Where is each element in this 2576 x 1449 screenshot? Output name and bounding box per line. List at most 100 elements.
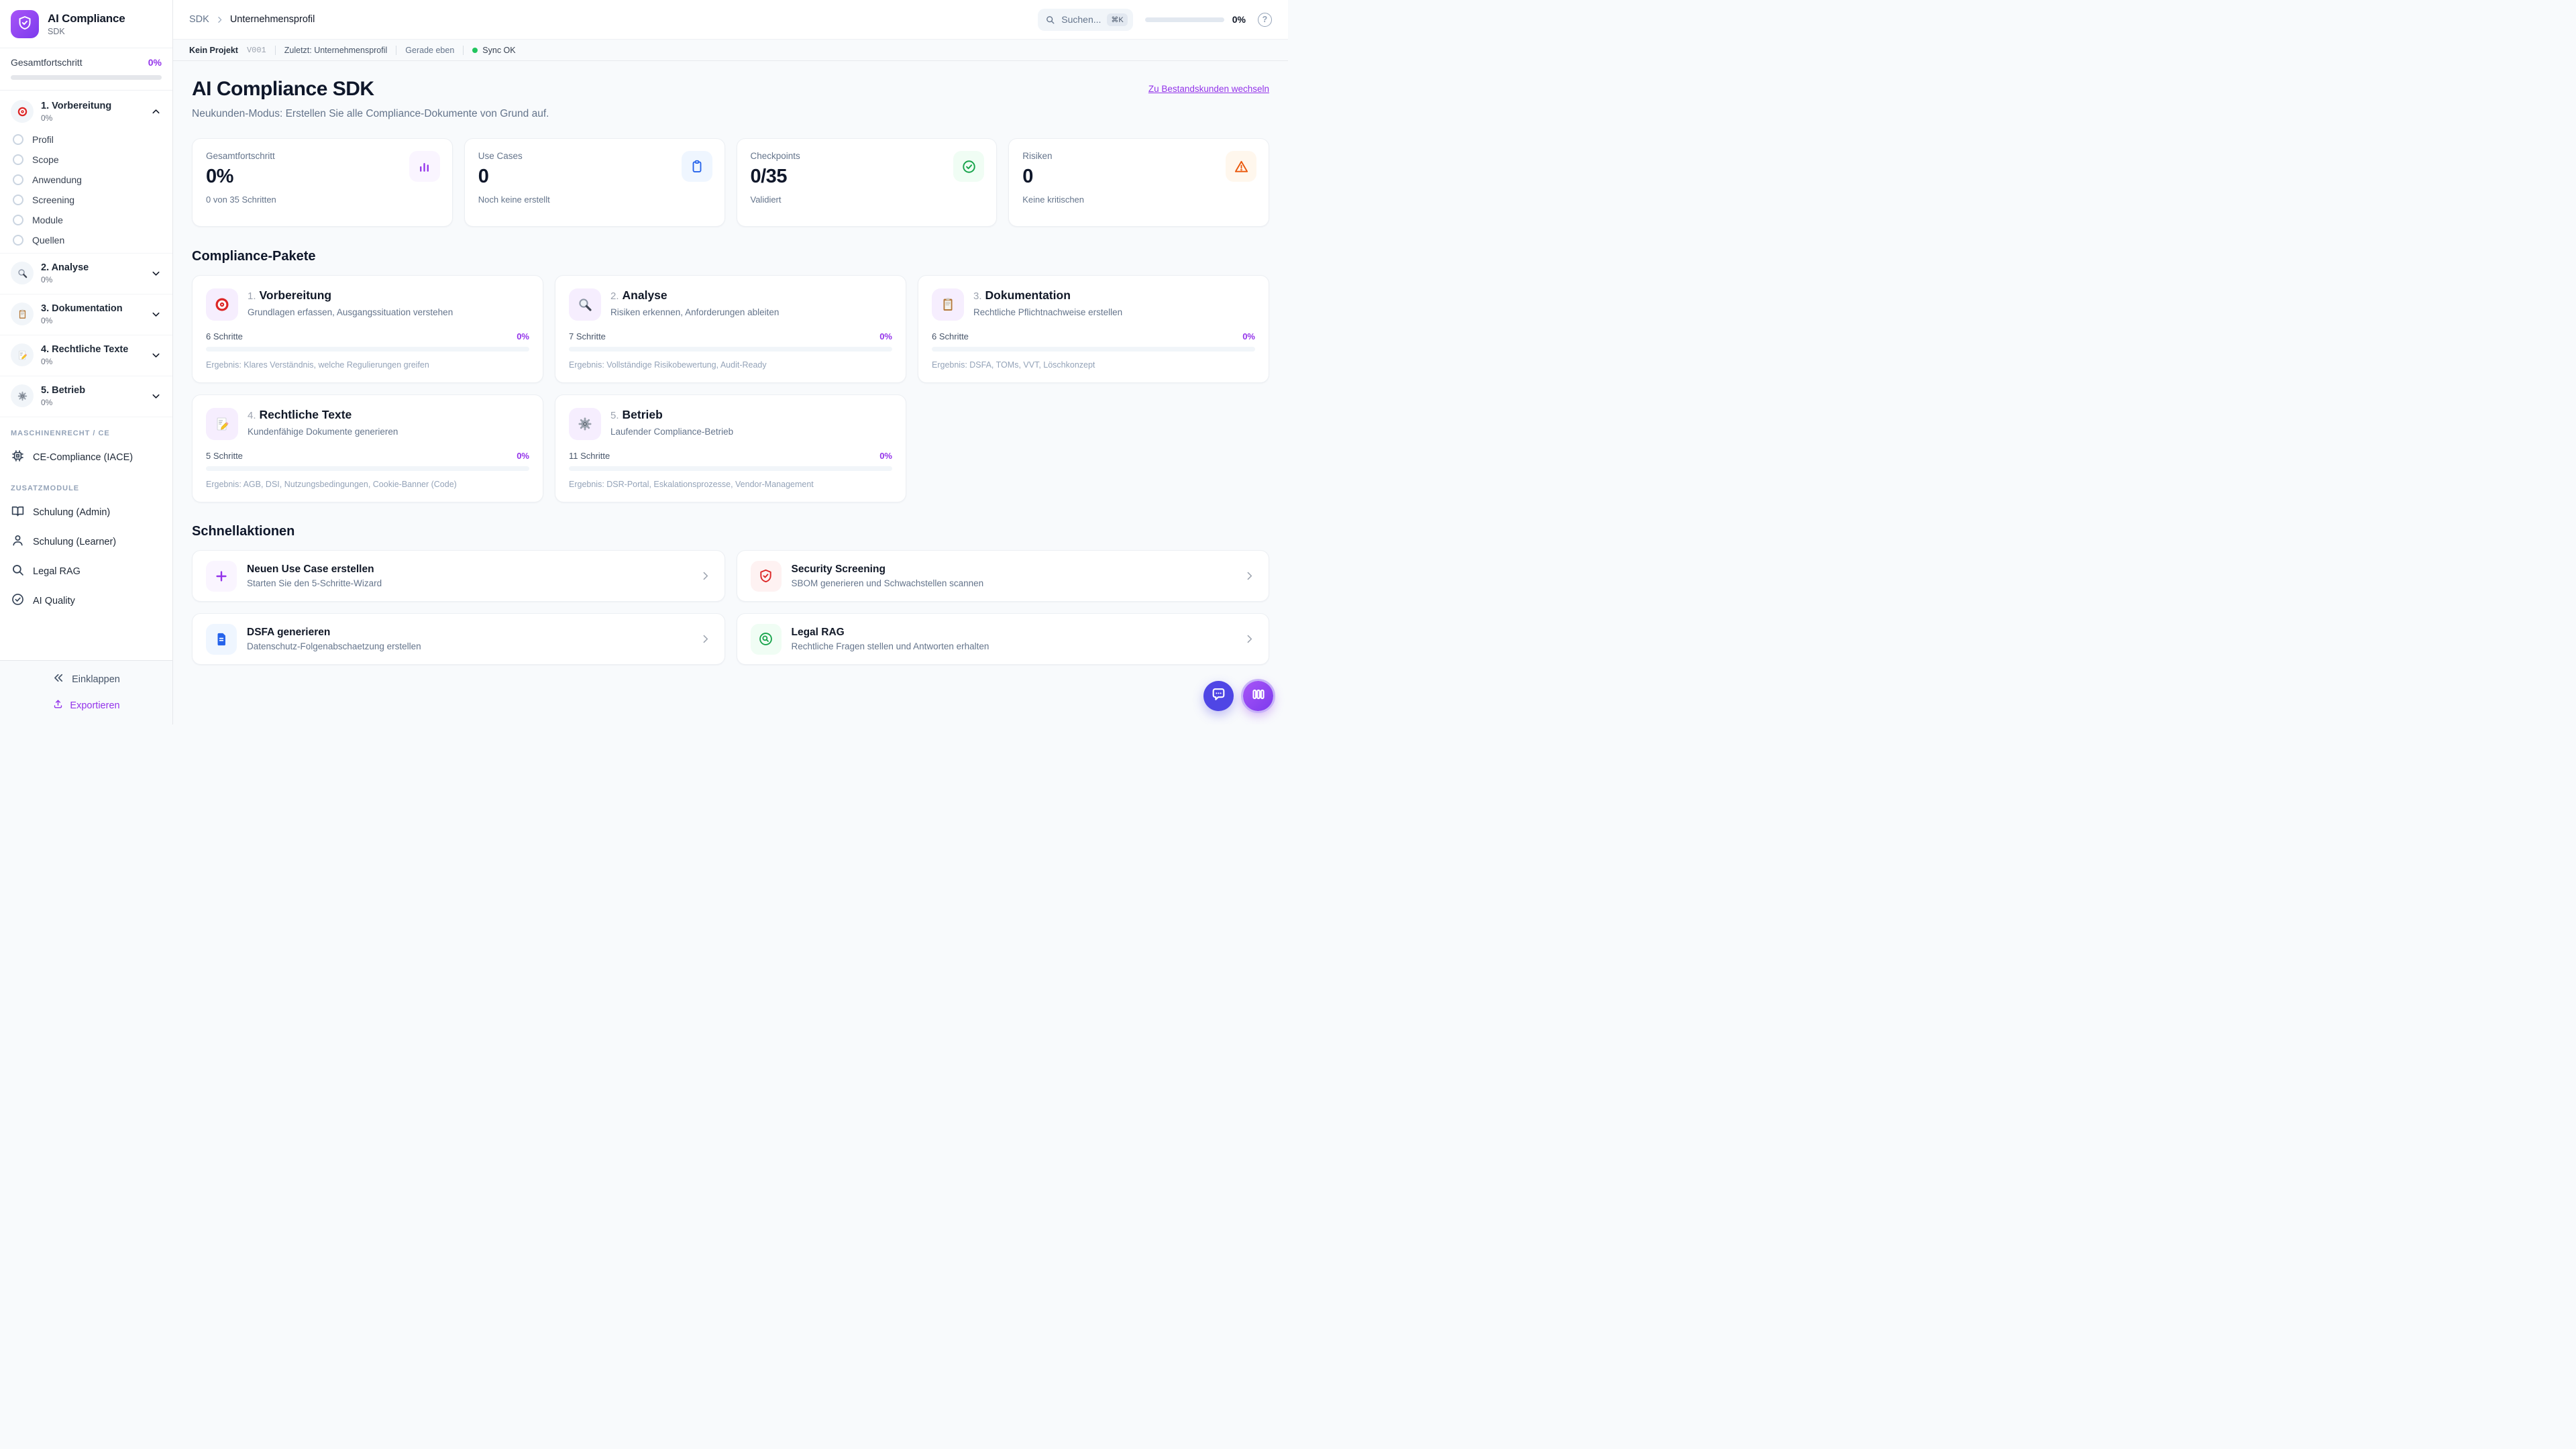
sidebar-nav: 1. Vorbereitung 0% Profil Scope Anwendun… (0, 91, 172, 660)
sidebar-substep-profil[interactable]: Profil (0, 129, 172, 150)
package-card-rechtliche-texte[interactable]: 4. Rechtliche Texte Kundenfähige Dokument… (192, 394, 543, 502)
step-label: 4. Rechtliche Texte (41, 344, 129, 355)
sidebar: AI Compliance SDK Gesamtfortschritt 0% 1… (0, 0, 173, 724)
keyboard-shortcut-badge: ⌘K (1107, 13, 1128, 26)
step-group-betrieb: 5. Betrieb 0% (0, 376, 172, 417)
board-fab-button[interactable] (1241, 679, 1275, 713)
sync-ok-dot (472, 47, 478, 53)
search-input[interactable]: Suchen... ⌘K (1038, 8, 1133, 31)
stat-label: Gesamtfortschritt (206, 151, 275, 161)
chat-fab-button[interactable] (1203, 681, 1234, 711)
sidebar-step-vorbereitung[interactable]: 1. Vorbereitung 0% (0, 93, 172, 129)
sidebar-step-analyse[interactable]: 2. Analyse 0% (0, 255, 172, 291)
package-card-dokumentation[interactable]: 3. Dokumentation Rechtliche Pflichtnachwe… (918, 275, 1269, 383)
package-percent: 0% (879, 331, 892, 341)
breadcrumb: SDK Unternehmensprofil (189, 14, 315, 25)
action-dsfa-generieren[interactable]: DSFA generieren Datenschutz-Folgenabscha… (192, 613, 725, 665)
chevron-down-icon[interactable] (150, 350, 162, 361)
overall-progress-bar (11, 75, 162, 80)
sidebar-footer: Einklappen Exportieren (0, 660, 172, 724)
help-icon[interactable]: ? (1258, 12, 1272, 27)
magnifier-icon (11, 262, 34, 284)
sidebar-substep-scope[interactable]: Scope (0, 150, 172, 170)
sidebar-item-schulung-learner[interactable]: Schulung (Learner) (0, 527, 172, 557)
step-label: 2. Analyse (41, 262, 89, 273)
sidebar-step-dokumentation[interactable]: 3. Dokumentation 0% (0, 296, 172, 332)
project-name: Kein Projekt (189, 45, 238, 55)
main-area: SDK Unternehmensprofil Suchen... ⌘K 0% ?… (173, 0, 1288, 724)
action-title: Legal RAG (791, 627, 845, 638)
status-bar: Kein Projekt V001 Zuletzt: Unternehmensp… (173, 39, 1288, 61)
package-number: 3. (973, 290, 982, 302)
step-group-vorbereitung: 1. Vorbereitung 0% Profil Scope Anwendun… (0, 93, 172, 254)
package-result: Ergebnis: Vollständige Risikobewertung, … (569, 360, 767, 370)
sidebar-item-schulung-admin[interactable]: Schulung (Admin) (0, 498, 172, 527)
chevron-up-icon[interactable] (150, 106, 162, 117)
action-subtitle: Datenschutz-Folgenabschaetzung erstellen (247, 641, 421, 651)
quick-actions-heading: Schnellaktionen (192, 524, 295, 539)
sidebar-item-label: Schulung (Learner) (33, 537, 117, 547)
sidebar-substep-screening[interactable]: Screening (0, 190, 172, 210)
collapse-sidebar-button[interactable]: Einklappen (9, 672, 163, 687)
chevron-right-icon (1244, 633, 1255, 645)
stat-value: 0/35 (750, 166, 788, 187)
sidebar-substep-module[interactable]: Module (0, 210, 172, 230)
sidebar-item-label: Schulung (Admin) (33, 507, 111, 518)
clipboard-icon (681, 151, 712, 182)
action-security-screening[interactable]: Security Screening SBOM generieren und S… (736, 550, 1269, 602)
export-button[interactable]: Exportieren (9, 698, 163, 712)
step-group-analyse: 2. Analyse 0% (0, 254, 172, 294)
gear-icon (569, 408, 601, 440)
step-label: 5. Betrieb (41, 385, 86, 396)
sidebar-step-rechtliche-texte[interactable]: 4. Rechtliche Texte 0% (0, 337, 172, 373)
sidebar-substep-anwendung[interactable]: Anwendung (0, 170, 172, 190)
package-result: Ergebnis: AGB, DSI, Nutzungsbedingungen,… (206, 480, 457, 489)
package-percent: 0% (517, 331, 529, 341)
sidebar-item-label: Legal RAG (33, 566, 80, 577)
sidebar-substep-quellen[interactable]: Quellen (0, 230, 172, 250)
last-edited-time: Gerade eben (405, 45, 455, 55)
radio-circle-icon (13, 174, 23, 185)
chevron-down-icon[interactable] (150, 309, 162, 320)
stat-sub: Validiert (750, 195, 782, 205)
step-group-rechtliche-texte: 4. Rechtliche Texte 0% (0, 335, 172, 376)
package-number: 5. (610, 410, 619, 421)
package-description: Grundlagen erfassen, Ausgangssituation v… (248, 307, 453, 317)
action-legal-rag[interactable]: Legal RAG Rechtliche Fragen stellen und … (736, 613, 1269, 665)
package-result: Ergebnis: Klares Verständnis, welche Reg… (206, 360, 429, 370)
action-new-use-case[interactable]: Neuen Use Case erstellen Starten Sie den… (192, 550, 725, 602)
stats-row: Gesamtfortschritt 0% 0 von 35 Schritten … (192, 138, 1269, 227)
breadcrumb-root[interactable]: SDK (189, 14, 209, 25)
sidebar-item-ce-compliance[interactable]: CE-Compliance (IACE) (0, 443, 172, 472)
app-subtitle: SDK (48, 27, 65, 36)
sidebar-step-betrieb[interactable]: 5. Betrieb 0% (0, 378, 172, 414)
package-card-analyse[interactable]: 2. Analyse Risiken erkennen, Anforderunge… (555, 275, 906, 383)
substep-label: Scope (32, 154, 59, 165)
stat-card-gesamtfortschritt: Gesamtfortschritt 0% 0 von 35 Schritten (192, 138, 453, 227)
target-icon (206, 288, 238, 321)
version-badge: V001 (246, 45, 266, 55)
magnifier-icon (569, 288, 601, 321)
divider (463, 45, 464, 55)
stat-sub: Keine kritischen (1022, 195, 1085, 205)
sidebar-item-legal-rag[interactable]: Legal RAG (0, 557, 172, 586)
package-card-vorbereitung[interactable]: 1. Vorbereitung Grundlagen erfassen, Ausg… (192, 275, 543, 383)
last-edited: Zuletzt: Unternehmensprofil (284, 45, 388, 55)
stat-card-checkpoints: Checkpoints 0/35 Validiert (736, 138, 998, 227)
app-window: AI Compliance SDK Gesamtfortschritt 0% 1… (0, 0, 1288, 724)
package-card-betrieb[interactable]: 5. Betrieb Laufender Compliance-Betrieb 1… (555, 394, 906, 502)
sidebar-item-ai-quality[interactable]: AI Quality (0, 586, 172, 616)
package-title: Analyse (622, 288, 667, 302)
header-progress-bar (1144, 17, 1224, 22)
cpu-icon (11, 449, 25, 466)
chevron-right-icon (215, 15, 224, 24)
chevron-right-icon (700, 633, 711, 645)
package-progress-bar (569, 347, 892, 352)
check-circle-icon (11, 592, 25, 610)
sync-label: Sync OK (482, 45, 516, 55)
header-progress-value: 0% (1232, 14, 1246, 25)
step-percent: 0% (41, 316, 53, 325)
chevron-down-icon[interactable] (150, 390, 162, 402)
chevron-down-icon[interactable] (150, 268, 162, 279)
switch-mode-link[interactable]: Zu Bestandskunden wechseln (1148, 84, 1269, 94)
